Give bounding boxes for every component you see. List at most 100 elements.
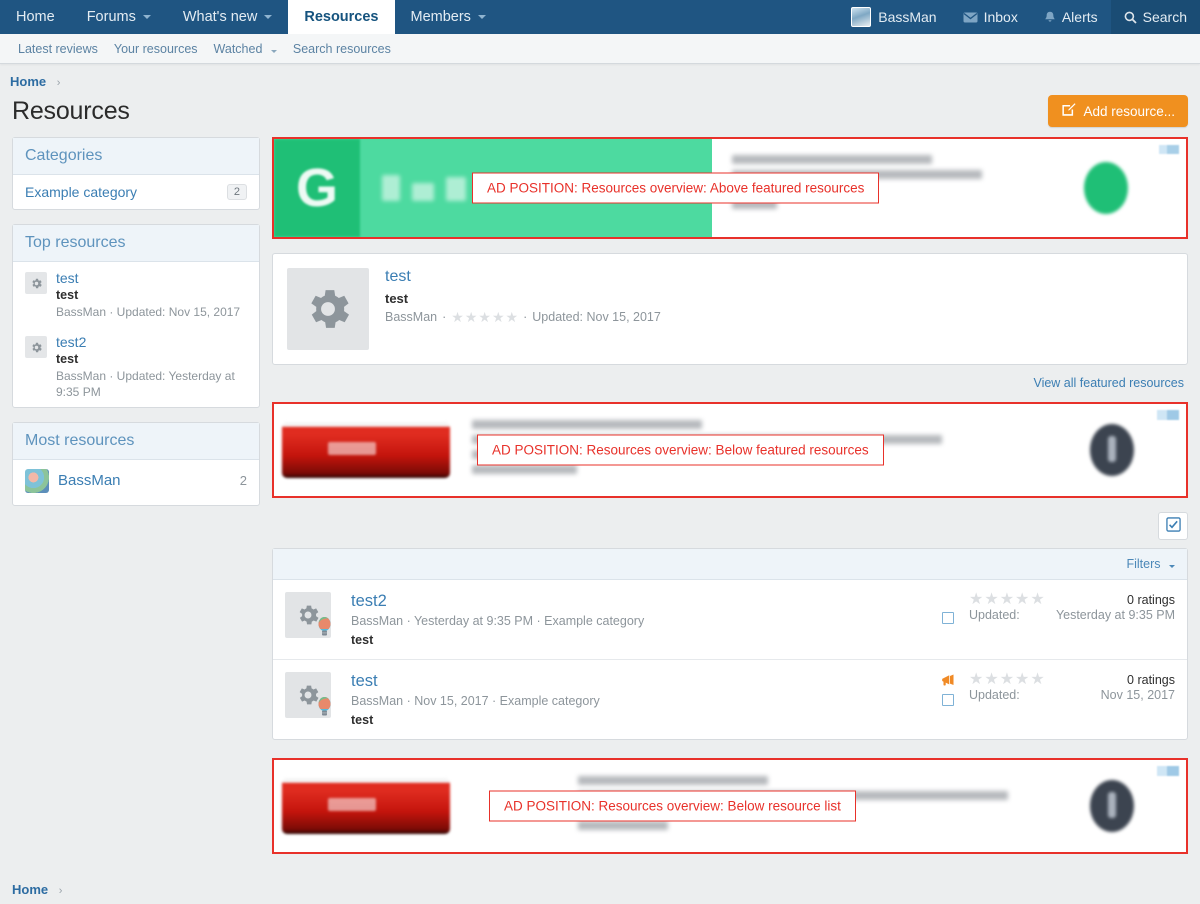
nav-item-label: Home <box>16 9 55 25</box>
chevron-down-icon <box>264 15 273 19</box>
category-item[interactable]: Example category 2 <box>13 175 259 209</box>
subnav-label: Watched <box>213 41 263 56</box>
most-resources-header: Most resources <box>13 422 259 460</box>
ad-position-label: AD POSITION: Resources overview: Below f… <box>477 434 884 466</box>
filters-dropdown[interactable]: Filters <box>1126 557 1175 571</box>
resource-description: test <box>351 713 374 727</box>
list-item[interactable]: test2 test BassMan · Updated: Yesterday … <box>13 326 259 406</box>
view-all-featured-link[interactable]: View all featured resources <box>1033 376 1184 390</box>
ad-blurred-orb <box>1090 424 1134 476</box>
nav-inbox-label: Inbox <box>983 9 1018 25</box>
subnav-label: Latest reviews <box>18 41 98 56</box>
resource-title[interactable]: test2 <box>351 592 935 611</box>
nav-item-resources[interactable]: Resources <box>288 0 395 34</box>
blurred-block <box>382 175 400 201</box>
main-content: G AD POSITION: Resources overview: Above… <box>272 137 1188 868</box>
breadcrumb: Home › <box>0 64 1200 93</box>
table-row[interactable]: test2 BassMan · Yesterday at 9:35 PM · E… <box>273 580 1187 660</box>
category-count: 2 <box>226 184 247 200</box>
list-item-body: test2 test BassMan · Updated: Yesterday … <box>56 334 247 400</box>
watch-checkbox[interactable] <box>942 612 954 624</box>
list-item[interactable]: test test BassMan · Updated: Nov 15, 201… <box>13 262 259 326</box>
sidebar: Categories Example category 2 Top resour… <box>12 137 260 520</box>
ad-blurred-orb <box>1090 780 1134 832</box>
list-item[interactable]: BassMan 2 <box>13 460 259 505</box>
ad-position-label: AD POSITION: Resources overview: Above f… <box>472 172 880 204</box>
main-nav-items: Home Forums What's new Resources Members <box>0 0 502 34</box>
member-name[interactable]: BassMan <box>58 472 121 489</box>
featured-resource-card[interactable]: test test BassMan · ★ ★ ★ ★ ★ · Updated:… <box>272 253 1188 365</box>
featured-resource-title[interactable]: test <box>385 268 661 286</box>
resource-title[interactable]: test <box>351 672 935 691</box>
list-item-body: test test BassMan · Updated: Nov 15, 201… <box>56 270 240 320</box>
footer-breadcrumb-home[interactable]: Home <box>12 882 48 897</box>
ratings-count: 0 ratings <box>1127 673 1175 687</box>
nav-alerts[interactable]: Alerts <box>1031 0 1111 34</box>
sidebar-block-top-resources: Top resources test test BassMan · Update… <box>12 224 260 408</box>
user-nav: BassMan Inbox Alerts Search <box>838 0 1200 34</box>
mark-read-toggle-button[interactable] <box>1158 512 1188 540</box>
sub-navbar: Latest reviews Your resources Watched Se… <box>0 34 1200 64</box>
nav-user-menu[interactable]: BassMan <box>838 0 949 34</box>
resource-title[interactable]: test2 <box>56 334 247 350</box>
subnav-search-resources[interactable]: Search resources <box>285 42 399 56</box>
nav-search[interactable]: Search <box>1110 0 1200 34</box>
sidebar-block-most-resources: Most resources BassMan 2 <box>12 421 260 506</box>
resource-stats: ★ ★ ★ ★ ★ 0 ratings Updated: Yesterday a… <box>935 592 1175 624</box>
nav-item-forums[interactable]: Forums <box>71 0 167 34</box>
nav-alerts-label: Alerts <box>1061 9 1098 25</box>
blurred-line <box>578 821 668 830</box>
star-icon: ★ <box>451 309 464 325</box>
blurred-block <box>446 177 466 201</box>
ad-corner-badge <box>1157 766 1179 776</box>
watch-checkbox[interactable] <box>942 694 954 706</box>
resource-list-header: Filters <box>273 549 1187 580</box>
ad-slot-below-list[interactable]: AD POSITION: Resources overview: Below r… <box>272 758 1188 854</box>
resource-meta: BassMan · Updated: Nov 15, 2017 <box>56 305 241 319</box>
list-toolbar <box>272 512 1188 540</box>
top-resources-header: Top resources <box>13 225 259 262</box>
ad-corner-badge <box>1159 145 1179 154</box>
ad-slot-above-featured[interactable]: G AD POSITION: Resources overview: Above… <box>272 137 1188 239</box>
resource-title[interactable]: test <box>56 270 240 286</box>
ad-position-label: AD POSITION: Resources overview: Below r… <box>489 790 856 822</box>
chevron-down-icon <box>1169 565 1175 568</box>
ad-blurred-image <box>282 778 450 834</box>
chevron-right-icon: › <box>56 77 61 89</box>
category-label[interactable]: Example category <box>25 184 137 200</box>
subnav-latest-reviews[interactable]: Latest reviews <box>10 42 106 56</box>
resource-info: test2 BassMan · Yesterday at 9:35 PM · E… <box>351 592 935 647</box>
add-resource-button[interactable]: Add resource... <box>1048 95 1188 127</box>
resource-flags <box>935 592 961 624</box>
sidebar-block-categories: Categories Example category 2 <box>12 137 260 210</box>
subnav-watched[interactable]: Watched <box>206 42 285 56</box>
table-row[interactable]: test BassMan · Nov 15, 2017 · Example ca… <box>273 660 1187 739</box>
resource-meta: BassMan · Nov 15, 2017 · Example categor… <box>351 694 600 708</box>
rating-stars[interactable]: ★ ★ ★ ★ ★ <box>969 592 1045 608</box>
breadcrumb-home[interactable]: Home <box>10 74 46 89</box>
subnav-your-resources[interactable]: Your resources <box>106 42 206 56</box>
star-icon: ★ <box>1015 591 1030 608</box>
edit-pencil-icon <box>1061 102 1076 120</box>
resource-list: Filters test2 BassMan · Yesterday at 9:3… <box>272 548 1188 740</box>
updated-value: Nov 15, 2017 <box>1100 688 1175 702</box>
featured-resource-description: test <box>385 291 409 306</box>
ad-blurred-image <box>282 422 450 478</box>
rating-stars[interactable]: ★ ★ ★ ★ ★ <box>451 310 518 324</box>
star-icon: ★ <box>478 309 491 325</box>
star-icon: ★ <box>1030 591 1045 608</box>
rating-stars[interactable]: ★ ★ ★ ★ ★ <box>969 672 1045 688</box>
lightbulb-icon <box>317 696 332 718</box>
meta-separator: · <box>523 310 528 324</box>
nav-item-home[interactable]: Home <box>0 0 71 34</box>
ad-slot-below-featured[interactable]: AD POSITION: Resources overview: Below f… <box>272 402 1188 498</box>
nav-item-label: Members <box>410 9 471 25</box>
blurred-block <box>412 183 434 201</box>
nav-username: BassMan <box>878 9 937 25</box>
nav-item-members[interactable]: Members <box>395 0 502 34</box>
nav-item-whats-new[interactable]: What's new <box>167 0 289 34</box>
nav-inbox[interactable]: Inbox <box>950 0 1031 34</box>
gear-icon <box>25 336 47 359</box>
bell-icon <box>1044 11 1056 24</box>
rating-line: ★ ★ ★ ★ ★ 0 ratings <box>969 592 1175 608</box>
